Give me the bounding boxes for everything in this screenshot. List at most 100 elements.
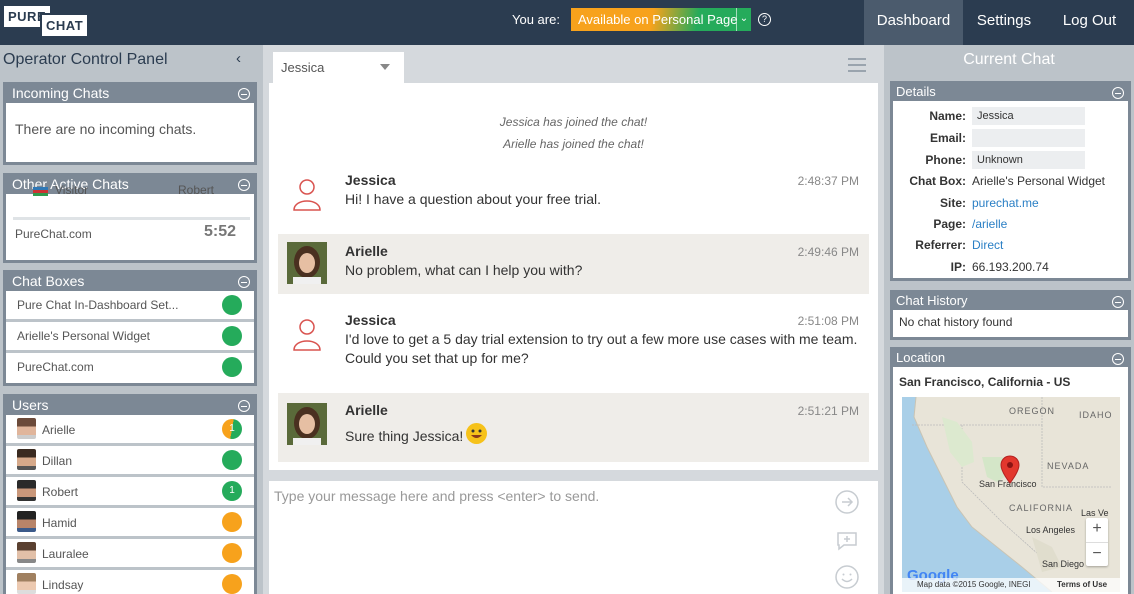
section-header: Details [893,84,1128,101]
user-item[interactable]: Lauralee [6,539,254,570]
section-header: Chat History [893,293,1128,310]
message-author: Jessica [345,312,396,328]
detail-chat-box-value: Arielle's Personal Widget [972,174,1106,188]
chat-box-item[interactable]: PureChat.com [6,353,254,384]
smiley-emoji-icon [466,423,488,444]
logo-text-chat: CHAT [40,13,90,38]
collapse-icon[interactable] [1112,296,1124,308]
message-text-line-2: Could you set that up for me? [345,350,529,366]
status-badge: 1 [222,419,242,439]
message-time: 2:49:46 PM [797,245,859,259]
chat-message: Arielle 2:49:46 PM No problem, what can … [278,234,869,294]
message-input[interactable] [269,481,829,591]
user-item[interactable]: Arielle 1 [6,415,254,446]
zoom-out-button[interactable]: − [1086,542,1108,566]
location-map[interactable]: OREGON IDAHO NEVADA San Francisco CALIFO… [902,397,1120,592]
status-badge [222,574,242,594]
section-title: Location [896,350,946,365]
availability-status-button[interactable]: Available on Personal Page ⌄ [571,8,751,31]
tab-label: Jessica [281,60,325,75]
detail-ip-value: 66.193.200.74 [972,260,1049,274]
message-text: Sure thing Jessica! [345,428,464,444]
message-text: I'd love to get a 5 day trial extension … [345,331,858,347]
chat-box-label: Pure Chat In-Dashboard Set... [17,298,179,312]
nav-log-out[interactable]: Log Out [1045,0,1134,45]
map-label: OREGON [1009,406,1056,416]
chat-message: Jessica 2:51:08 PM I'd love to get a 5 d… [278,303,869,387]
nav-dashboard[interactable]: Dashboard [864,0,963,45]
collapse-icon[interactable] [238,276,250,288]
map-label: Las Ve [1081,508,1109,518]
nav-settings[interactable]: Settings [963,0,1045,45]
chat-transcript: Jessica has joined the chat! Arielle has… [269,83,878,470]
operator-control-panel: Operator Control Panel ‹ Incoming Chats … [0,45,263,594]
panel-title: Operator Control Panel [3,51,168,68]
detail-label: Name: [929,109,966,123]
message-text: No problem, what can I help you with? [345,262,583,278]
avatar [17,449,36,470]
user-name: Arielle [42,423,76,437]
detail-label: Referrer: [915,238,966,252]
user-item[interactable]: Robert 1 [6,477,254,508]
collapse-icon[interactable] [1112,87,1124,99]
chevron-down-icon[interactable] [380,64,390,70]
emoji-picker-icon[interactable] [835,565,859,589]
collapse-icon[interactable] [238,400,250,412]
collapse-icon[interactable] [1112,353,1124,365]
user-item[interactable]: Lindsay [6,570,254,594]
chat-panel: Jessica Jessica has joined the chat! Ari… [263,45,884,594]
chat-duration: 5:52 [204,223,237,240]
collapse-icon[interactable] [238,88,250,100]
operator-avatar [287,242,327,284]
operator-avatar [287,403,327,445]
section-header: Users [6,397,254,415]
message-time: 2:48:37 PM [797,174,859,188]
detail-page-link[interactable]: /arielle [972,217,1007,231]
terms-of-use-link[interactable]: Terms of Use [1057,580,1107,589]
collapse-panel-icon[interactable]: ‹ [236,50,241,67]
detail-email-value [972,129,1085,147]
detail-label: Phone: [925,153,966,167]
details-section: Details Name: Jessica Email: Phone: Unkn… [890,81,1131,281]
avatar [17,511,36,532]
avatar [17,542,36,563]
chat-box-item[interactable]: Pure Chat In-Dashboard Set... [6,291,254,322]
chat-box-item[interactable]: Arielle's Personal Widget [6,322,254,353]
divider [13,217,250,220]
system-message: Arielle has joined the chat! [503,137,644,151]
chat-tab-jessica[interactable]: Jessica [273,52,404,83]
user-item[interactable]: Dillan [6,446,254,477]
add-note-icon[interactable] [835,528,859,552]
panel-title: Current Chat [963,51,1055,68]
status-badge: 1 [222,481,242,501]
detail-referrer-link[interactable]: Direct [972,238,1003,252]
message-author: Jessica [345,172,396,188]
map-attribution: Map data ©2015 Google, INEGI [917,580,1031,589]
avatar [17,418,36,439]
message-time: 2:51:21 PM [797,404,859,418]
section-title: Details [896,84,936,99]
avatar [17,573,36,594]
detail-label: Email: [929,131,966,145]
message-author: Arielle [345,402,388,418]
user-item[interactable]: Hamid [6,508,254,539]
hamburger-menu-icon[interactable] [848,58,866,72]
help-icon[interactable]: ? [758,13,771,26]
visitor-name: Visitor [55,183,89,197]
section-header: Incoming Chats [6,85,254,103]
chevron-down-icon[interactable]: ⌄ [736,8,751,31]
map-label: Los Angeles [1026,525,1076,535]
chat-message: Arielle 2:51:21 PM Sure thing Jessica! [278,393,869,462]
availability-status-label: Available on Personal Page [578,12,738,27]
section-title: Chat History [896,293,968,308]
collapse-icon[interactable] [238,179,250,191]
detail-site-link[interactable]: purechat.me [972,196,1039,210]
map-attribution-bar: Map data ©2015 Google, INEGI Terms of Us… [902,578,1120,592]
section-title: Chat Boxes [12,273,85,289]
map-label: CALIFORNIA [1009,503,1074,513]
status-badge [222,512,242,532]
zoom-in-button[interactable]: + [1086,518,1108,542]
status-badge [222,543,242,563]
send-arrow-icon[interactable] [835,490,859,514]
user-name: Dillan [42,454,73,468]
